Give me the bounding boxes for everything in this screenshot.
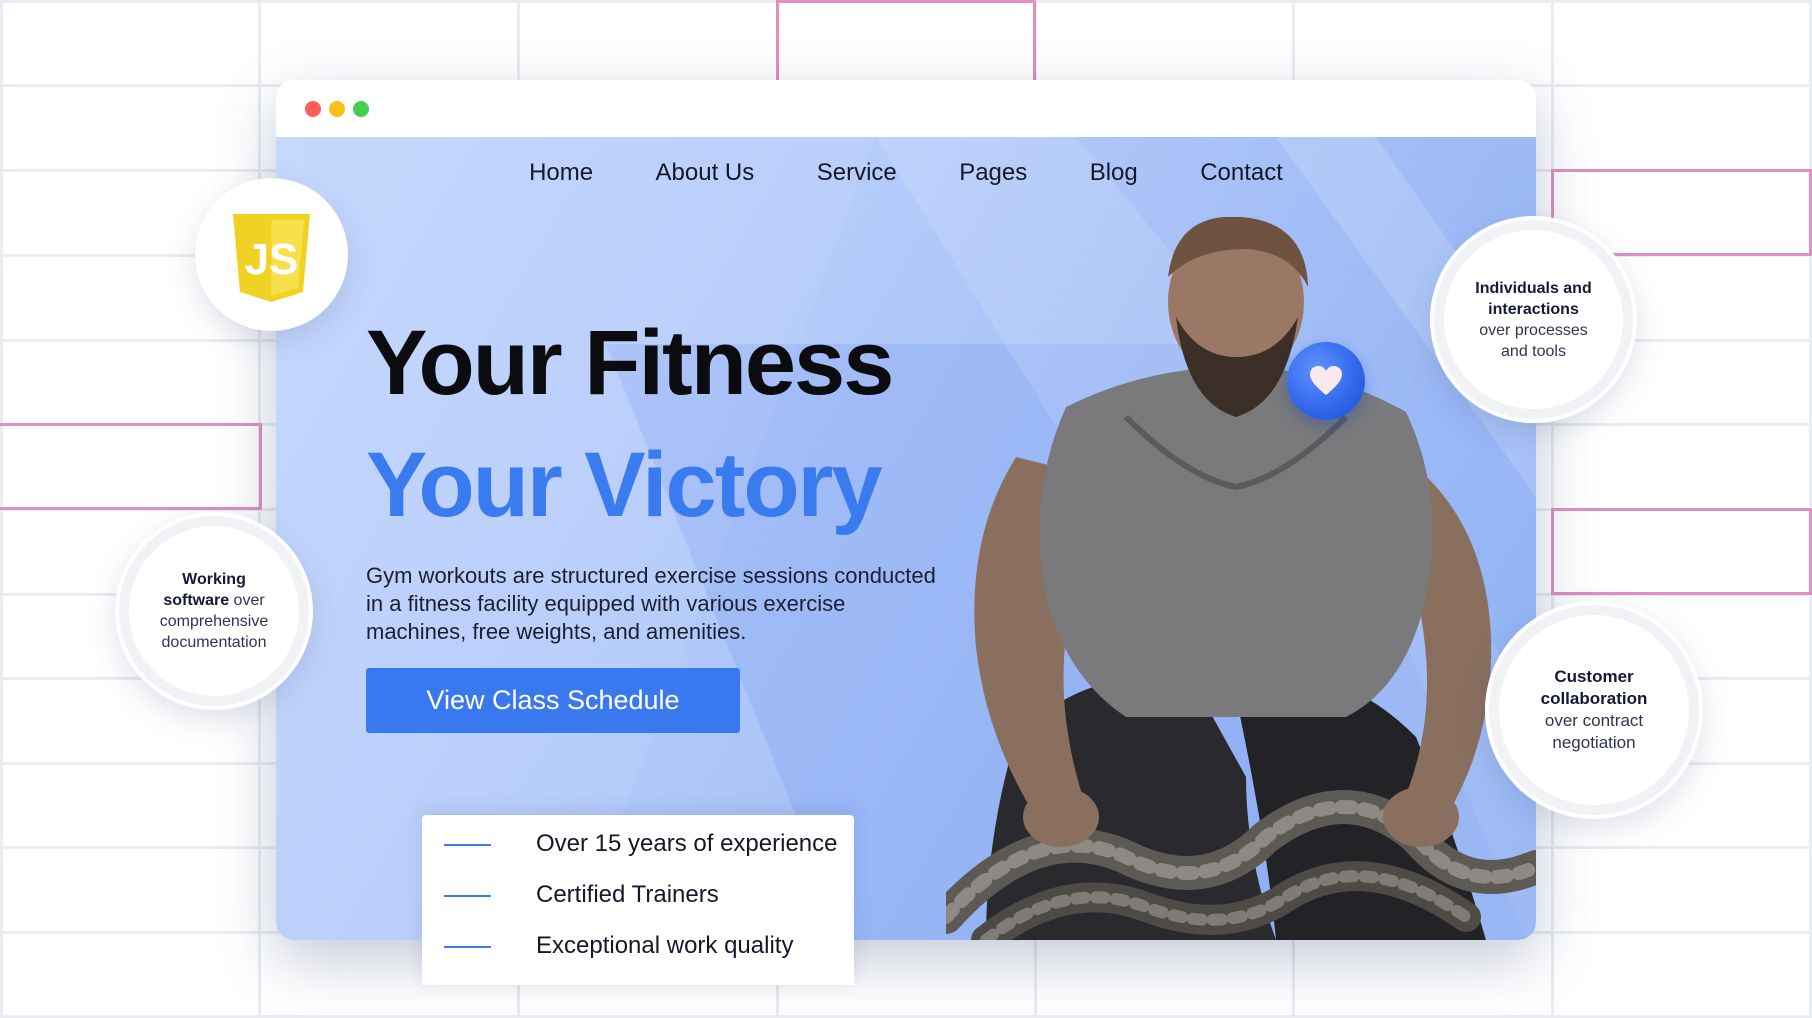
badge-bold-text: collaboration [1540,689,1648,708]
badge-text: negotiation [1552,733,1636,752]
heart-icon [1310,366,1342,395]
badge-text: and tools [1501,342,1566,360]
javascript-badge: JS [195,178,348,331]
minimize-window-button[interactable] [329,101,345,117]
feature-dash [444,895,491,897]
main-nav: Home About Us Service Pages Blog Contact [276,159,1536,187]
badge-text: over [229,592,265,609]
js-logo-text: JS [245,235,299,284]
nav-about-us[interactable]: About Us [656,159,755,187]
badge-bold-text: interactions [1488,300,1579,318]
feature-text: Exceptional work quality [536,932,794,959]
hero-title-line-1: Your Fitness [366,312,894,414]
highlight-cell [0,423,262,510]
badge-bold-text: Individuals and [1475,279,1592,297]
feature-text: Certified Trainers [536,881,719,908]
nav-home[interactable]: Home [529,159,593,187]
hero-title-line-2: Your Victory [366,434,883,536]
javascript-logo-icon: JS [233,214,310,302]
highlight-cell [776,0,1036,84]
close-window-button[interactable] [305,101,321,117]
maximize-window-button[interactable] [353,101,369,117]
individuals-interactions-badge: Individuals and interactions over proces… [1430,216,1637,423]
highlight-cell [1551,508,1812,595]
badge-bold-text: software [163,592,230,609]
feature-text: Over 15 years of experience [536,830,838,857]
badge-text: over processes [1479,321,1588,339]
heart-badge[interactable] [1287,342,1365,420]
feature-dash [444,844,491,846]
nav-blog[interactable]: Blog [1090,159,1138,187]
nav-service[interactable]: Service [817,159,897,187]
nav-pages[interactable]: Pages [959,159,1027,187]
working-software-badge: Working software over comprehensive docu… [115,512,313,710]
view-class-schedule-button[interactable]: View Class Schedule [366,668,740,733]
features-card: Over 15 years of experience Certified Tr… [422,815,854,985]
browser-titlebar [276,80,1536,137]
feature-dash [444,946,491,948]
badge-text: documentation [161,634,267,651]
badge-bold-text: Customer [1554,667,1634,686]
browser-window: Home About Us Service Pages Blog Contact… [276,80,1536,940]
customer-collaboration-badge: Customer collaboration over contract neg… [1485,601,1703,819]
badge-text: over contract [1544,711,1644,730]
hero-description: Gym workouts are structured exercise ses… [366,563,936,644]
badge-bold-text: Working [182,571,246,588]
hero-title: Your Fitness Your Victory [366,312,894,536]
badge-text: comprehensive [159,613,269,630]
nav-contact[interactable]: Contact [1200,159,1283,187]
